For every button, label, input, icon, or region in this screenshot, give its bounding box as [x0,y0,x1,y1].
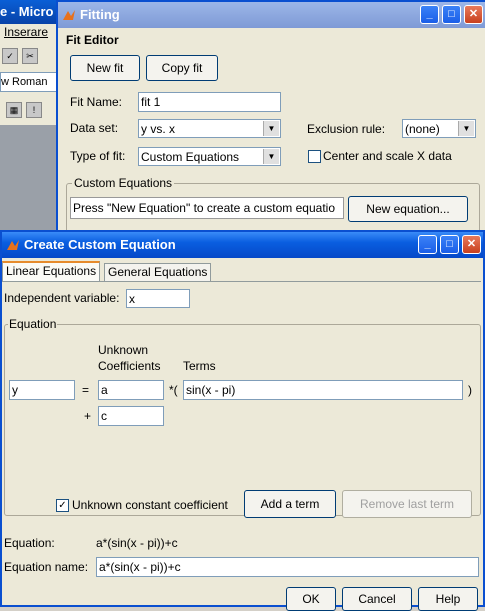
lhs-variable-input[interactable]: y [9,380,75,400]
exclusion-rule-label: Exclusion rule: [307,122,386,136]
matlab-logo-icon [63,10,75,20]
data-set-label: Data set: [70,121,119,135]
unknown-constant-checkbox[interactable]: ✓ [56,499,69,512]
data-set-value: y vs. x [141,122,176,136]
exclusion-rule-select[interactable]: (none) ▼ [402,119,476,138]
chevron-down-icon[interactable]: ▼ [458,121,474,136]
center-scale-checkbox[interactable] [308,150,321,163]
document-icon[interactable]: ! [26,102,42,118]
center-scale-label: Center and scale X data [323,149,452,163]
fitting-title-bar[interactable]: Fitting _ □ ✕ [58,2,485,28]
tab-general-equations[interactable]: General Equations [104,263,212,281]
custom-equations-list[interactable]: Press "New Equation" to create a custom … [70,197,344,219]
matlab-logo-icon [7,240,19,250]
create-custom-equation-dialog: Create Custom Equation _ □ ✕ Linear Equa… [0,230,485,611]
terms-header: Terms [183,359,216,373]
close-paren: ) [468,383,472,397]
new-fit-button[interactable]: New fit [70,55,140,81]
remove-last-term-button[interactable]: Remove last term [342,490,472,518]
copy-fit-button[interactable]: Copy fit [146,55,218,81]
ok-button[interactable]: OK [286,587,336,611]
exclusion-rule-value: (none) [405,122,440,136]
dialog-title-bar[interactable]: Create Custom Equation _ □ ✕ [2,232,483,258]
equals-sign: = [82,383,90,397]
unknown-constant-label: Unknown constant coefficient [72,498,228,512]
maximize-button[interactable]: □ [440,235,459,254]
independent-variable-label: Independent variable: [4,291,120,305]
help-button[interactable]: Help [418,587,478,611]
word-title-bar[interactable]: e - Micro [0,0,60,24]
table-icon[interactable]: ▦ [6,102,22,118]
equation-group [4,324,481,516]
independent-variable-input[interactable]: x [126,289,190,308]
unknown-coefficients-header-2: Coefficients [98,359,161,373]
plus-sign: + [84,409,92,423]
tab-linear-equations[interactable]: Linear Equations [2,261,101,281]
equation-label: Equation: [4,536,55,550]
fit-name-label: Fit Name: [70,95,123,109]
unknown-coefficients-header-1: Unknown [98,343,149,357]
fit-editor-heading: Fit Editor [66,33,119,47]
word-font-box[interactable]: w Roman [0,72,60,92]
spellcheck-icon[interactable]: ✓ [2,48,18,64]
data-set-select[interactable]: y vs. x ▼ [138,119,281,138]
word-document-area [0,125,58,230]
equation-group-label: Equation [8,317,58,331]
tab-underline [2,281,481,282]
close-button[interactable]: ✕ [462,235,481,254]
add-term-button[interactable]: Add a term [244,490,336,518]
chevron-down-icon[interactable]: ▼ [263,121,279,136]
new-equation-button[interactable]: New equation... [348,196,468,222]
type-of-fit-select[interactable]: Custom Equations ▼ [138,147,281,166]
coefficient-c-input[interactable]: c [98,406,164,426]
dialog-title: Create Custom Equation [24,237,176,252]
equation-name-label: Equation name: [4,560,89,574]
close-button[interactable]: ✕ [464,5,483,24]
word-menu-inserare[interactable]: Inserare [4,25,48,39]
custom-equations-group-label: Custom Equations [72,176,175,190]
type-of-fit-value: Custom Equations [141,150,240,164]
equation-name-input[interactable]: a*(sin(x - pi))+c [96,557,479,577]
term-input[interactable]: sin(x - pi) [183,380,463,400]
cancel-button[interactable]: Cancel [342,587,412,611]
coefficient-a-input[interactable]: a [98,380,164,400]
fit-name-input[interactable]: fit 1 [138,92,281,112]
type-of-fit-label: Type of fit: [70,149,126,163]
cut-icon[interactable]: ✂ [22,48,38,64]
times-paren: *( [169,383,178,397]
equation-display: a*(sin(x - pi))+c [96,536,178,550]
minimize-button[interactable]: _ [418,235,437,254]
chevron-down-icon[interactable]: ▼ [263,149,279,164]
word-toolbar: ✓ ✂ [0,44,60,68]
minimize-button[interactable]: _ [420,5,439,24]
word-toolbar-2: ▦! [4,98,44,122]
fitting-window: Fitting _ □ ✕ Fit Editor New fit Copy fi… [56,0,485,236]
maximize-button[interactable]: □ [442,5,461,24]
fitting-title: Fitting [80,7,120,22]
